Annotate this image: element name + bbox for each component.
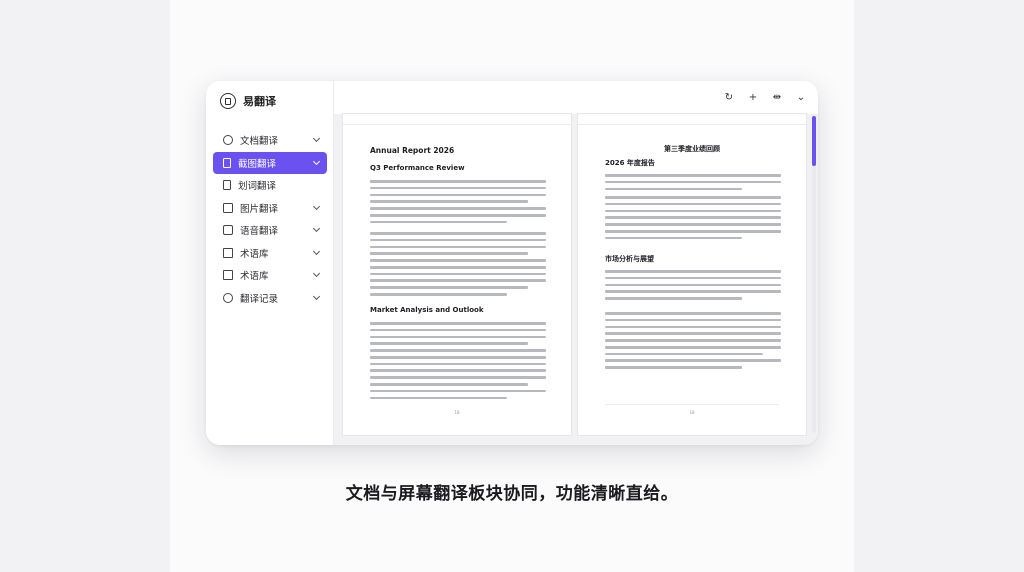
sidebar-item-voice-translate[interactable]: 语音翻译: [213, 219, 327, 241]
chevron-down-icon: [312, 134, 321, 143]
source-heading-2: Market Analysis and Outlook: [370, 306, 484, 314]
doc-icon: [223, 157, 231, 168]
doc-icon: [223, 180, 231, 190]
brand: 易翻译: [220, 91, 276, 111]
sidebar-item-label: 划词翻译: [238, 181, 277, 192]
chevron-down-icon: [312, 247, 321, 255]
image-icon: [223, 202, 233, 213]
translated-page: 第三季度业绩回顾 2026 年度报告 市场分析与展望 18: [578, 114, 806, 435]
translated-heading-1: 2026 年度报告: [605, 159, 655, 167]
chevron-down-icon: [312, 292, 321, 300]
sidebar-item-image-translate[interactable]: 图片翻译: [213, 197, 327, 219]
split-icon[interactable]: ⇹: [772, 92, 782, 103]
source-heading-1: Q3 Performance Review: [370, 164, 465, 172]
sidebar-item-label: 翻译记录: [240, 293, 279, 305]
document-viewer: Annual Report 2026 Q3 Performance Review…: [334, 114, 818, 445]
translated-heading-2: 市场分析与展望: [605, 255, 654, 263]
book-icon: [223, 270, 233, 280]
caption: 文档与屏幕翻译板块协同，功能清晰直给。: [345, 484, 679, 504]
sidebar-item-doc-translate[interactable]: 文档翻译: [213, 129, 327, 151]
clock-icon: [223, 292, 233, 303]
translated-paragraph: [605, 196, 781, 243]
sidebar: 易翻译 文档翻译 截图翻译 划词翻译 图片翻译 语音翻译 术语库 术语库 翻译记…: [206, 81, 334, 445]
page-number: 18: [454, 410, 460, 415]
add-icon[interactable]: +: [748, 92, 758, 103]
sidebar-item-label: 术语库: [240, 248, 269, 260]
chevron-down-icon: [312, 269, 321, 278]
circle-icon: [223, 135, 233, 145]
scrollbar-thumb[interactable]: [812, 116, 816, 166]
sidebar-item-screenshot-translate[interactable]: 截图翻译: [213, 151, 327, 174]
sidebar-item-label: 文档翻译: [240, 136, 279, 147]
book-icon: [223, 247, 233, 258]
sidebar-item-glossary-2[interactable]: 术语库: [213, 264, 327, 286]
mic-icon: [223, 225, 233, 235]
app-window: 易翻译 文档翻译 截图翻译 划词翻译 图片翻译 语音翻译 术语库 术语库 翻译记…: [206, 81, 818, 445]
chevron-down-icon: [312, 224, 321, 233]
translated-paragraph: [605, 270, 781, 304]
sidebar-item-label: 术语库: [240, 271, 269, 282]
translated-title: 第三季度业绩回顾: [664, 145, 720, 153]
refresh-icon[interactable]: ↻: [724, 92, 734, 103]
translated-paragraph: [605, 174, 781, 194]
sidebar-item-glossary[interactable]: 术语库: [213, 242, 327, 264]
app-name: 易翻译: [243, 95, 276, 108]
translated-paragraph: [605, 312, 781, 373]
sidebar-item-label: 图片翻译: [240, 203, 279, 215]
sidebar-item-word-translate[interactable]: 划词翻译: [213, 174, 327, 196]
source-page: Annual Report 2026 Q3 Performance Review…: [343, 114, 571, 435]
sidebar-item-history[interactable]: 翻译记录: [213, 287, 327, 309]
chevron-down-icon: [312, 202, 321, 210]
chevron-down-icon: [312, 157, 321, 165]
divider: [578, 124, 806, 125]
source-paragraph: [370, 232, 546, 300]
toolbar: ↻ + ⇹ ⌄: [724, 92, 806, 103]
app-logo-icon: [220, 93, 236, 109]
chevron-down-icon[interactable]: ⌄: [796, 92, 806, 103]
source-title: Annual Report 2026: [370, 146, 455, 155]
source-paragraph: [370, 322, 546, 403]
divider: [343, 124, 571, 125]
divider: [605, 404, 779, 405]
sidebar-item-label: 截图翻译: [238, 158, 277, 170]
sidebar-nav: 文档翻译 截图翻译 划词翻译 图片翻译 语音翻译 术语库 术语库 翻译记录: [213, 129, 327, 309]
page-number: 18: [689, 410, 695, 415]
source-paragraph: [370, 180, 546, 227]
sidebar-item-label: 语音翻译: [240, 226, 279, 237]
